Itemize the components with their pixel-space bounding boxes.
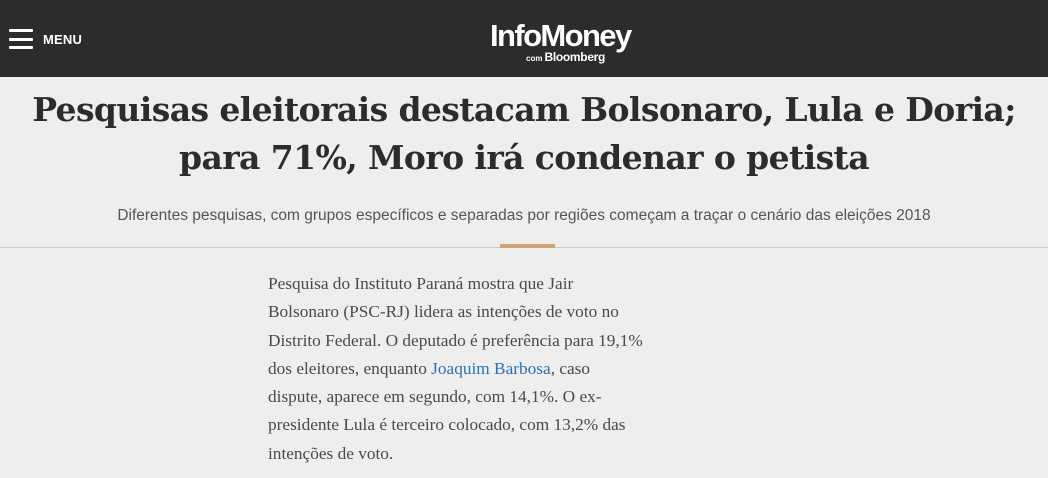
article-subtitle: Diferentes pesquisas, com grupos específ… — [117, 207, 931, 224]
body-line: Pesquisa do Instituto Paraná mostra que … — [268, 274, 574, 293]
body-line: Bolsonaro (PSC-RJ) lidera as intenções d… — [268, 302, 619, 322]
logo-bloomberg-text: Bloomberg — [544, 50, 606, 64]
body-line: dispute, aparece em segundo, com 14,1%. … — [268, 387, 602, 407]
menu-button[interactable]: MENU — [9, 27, 82, 51]
body-line: Distrito Federal. O deputado é preferênc… — [268, 330, 643, 350]
menu-label: MENU — [43, 31, 83, 47]
top-navigation-bar: MENU InfoMoney com Bloomberg — [0, 0, 1048, 77]
article-headline: Pesquisas eleitorais destacam Bolsonaro,… — [0, 86, 1048, 182]
logo-com-text: com — [526, 54, 543, 63]
body-line: presidente Lula é terceiro colocado, com… — [268, 415, 626, 435]
infomoney-logo[interactable]: InfoMoney com Bloomberg — [490, 19, 650, 67]
body-line: intenções de voto. — [268, 443, 394, 463]
headline-line: Pesquisas eleitorais destacam Bolsonaro,… — [32, 90, 1016, 129]
logo-wordmark: InfoMoney — [490, 18, 632, 53]
headline-line: para 71%, Moro irá condenar o petista — [179, 138, 870, 177]
body-text-fragment: dos eleitores, enquanto — [268, 358, 432, 378]
body-line: dos eleitores, enquanto Joaquim Barbosa,… — [268, 355, 698, 383]
logo-partner: com Bloomberg — [526, 51, 605, 65]
article-body-paragraph: Pesquisa do Instituto Paraná mostra que … — [268, 270, 698, 468]
divider-accent — [500, 244, 555, 248]
joaquim-barbosa-link[interactable]: Joaquim Barbosa — [431, 359, 551, 378]
hamburger-menu-icon — [9, 29, 33, 49]
body-text-fragment: , caso — [550, 358, 591, 378]
